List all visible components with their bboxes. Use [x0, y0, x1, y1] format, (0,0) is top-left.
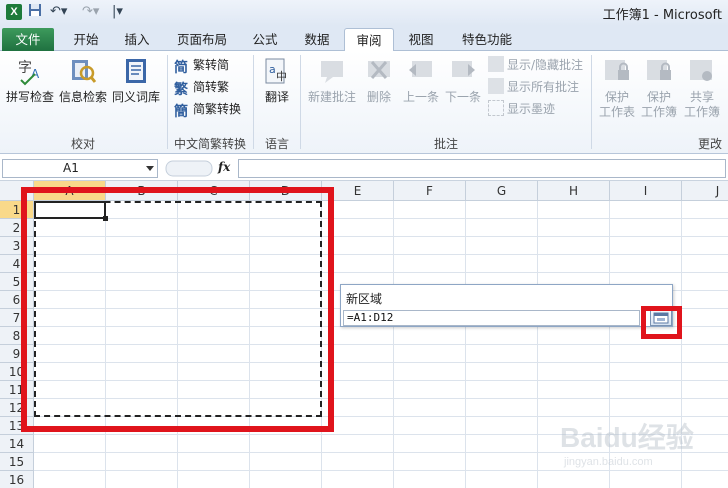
range-reference-input[interactable]: =A1:D12	[343, 310, 640, 326]
share-workbook-button[interactable]: 共享 工作簿	[681, 56, 723, 120]
ribbon-tabs: 文件 开始 插入 页面布局 公式 数据 审阅 视图 特色功能	[0, 26, 728, 52]
svg-text:中: 中	[276, 70, 287, 83]
save-icon[interactable]	[28, 3, 42, 21]
tab-page-layout[interactable]: 页面布局	[168, 28, 236, 51]
previous-comment-button[interactable]: 上一条	[400, 56, 442, 105]
thesaurus-icon	[126, 59, 146, 83]
delete-comment-button[interactable]: 删除	[362, 56, 396, 105]
next-comment-button[interactable]: 下一条	[442, 56, 484, 105]
column-header-i[interactable]: I	[610, 181, 682, 201]
customize-qat-icon[interactable]: |▾	[112, 3, 123, 21]
protect-workbook-icon	[647, 60, 671, 80]
new-comment-icon	[321, 61, 343, 83]
undo-icon[interactable]: ↶▾	[50, 3, 67, 21]
group-label-changes: 更改	[698, 137, 723, 151]
chevron-down-icon[interactable]	[146, 166, 154, 171]
group-label-chinese-conversion: 中文简繁转换	[173, 137, 246, 151]
show-hide-comment-icon	[488, 56, 504, 72]
delete-comment-icon	[368, 61, 390, 79]
chinese-conversion-icon: 簡	[174, 104, 188, 120]
ribbon-review: 字A 拼写检查 信息检索 同义词库 校对 简繁转简 繁简转繁 簡简繁转换 中文简…	[0, 51, 728, 154]
column-header-f[interactable]: F	[394, 181, 466, 201]
chinese-conversion-button[interactable]: 簡简繁转换	[174, 99, 241, 120]
svg-text:A: A	[31, 67, 40, 81]
show-hide-comment-button[interactable]: 显示/隐藏批注	[488, 55, 583, 75]
spell-check-button[interactable]: 字A 拼写检查	[4, 56, 56, 105]
protect-sheet-icon	[605, 60, 629, 80]
share-workbook-icon	[690, 60, 712, 81]
column-header-g[interactable]: G	[466, 181, 538, 201]
formula-input[interactable]	[238, 159, 726, 178]
row-header-14[interactable]: 14	[0, 435, 34, 453]
show-all-comments-button[interactable]: 显示所有批注	[488, 77, 579, 97]
tab-insert[interactable]: 插入	[114, 28, 160, 51]
protect-sheet-button[interactable]: 保护 工作表	[596, 56, 638, 120]
tab-formulas[interactable]: 公式	[244, 28, 286, 51]
show-all-comments-icon	[488, 78, 504, 94]
watermark-brand: Baidu经验	[560, 422, 694, 453]
simplified-to-traditional-icon: 繁	[174, 82, 188, 98]
new-range-dialog: 新区域 =A1:D12	[340, 284, 673, 327]
tab-home[interactable]: 开始	[62, 28, 110, 51]
tab-special-features[interactable]: 特色功能	[452, 28, 522, 51]
annotation-highlight-button	[641, 306, 682, 339]
translate-icon: a中	[265, 58, 287, 84]
svg-text:字: 字	[18, 60, 32, 76]
group-label-comments: 批注	[433, 137, 458, 151]
window-title: 工作簿1 - Microsoft	[602, 8, 722, 23]
svg-text:a: a	[269, 63, 276, 76]
title-bar: X ↶▾ ↷▾ |▾ 工作簿1 - Microsoft	[0, 0, 728, 26]
redo-icon[interactable]: ↷▾	[82, 3, 99, 21]
group-label-language: 语言	[264, 137, 289, 151]
tab-data[interactable]: 数据	[296, 28, 338, 51]
formula-bar: A1 fx	[0, 157, 728, 181]
baidu-watermark: Baidu经验 jingyan.baidu.com	[560, 416, 720, 476]
research-button[interactable]: 信息检索	[58, 56, 108, 105]
excel-logo-icon: X	[6, 4, 22, 20]
thesaurus-button[interactable]: 同义词库	[110, 56, 162, 105]
insert-function-icon[interactable]: fx	[218, 160, 230, 174]
spell-check-icon: 字A	[18, 60, 40, 86]
row-header-16[interactable]: 16	[0, 471, 34, 488]
group-separator	[591, 55, 592, 149]
research-icon	[72, 60, 97, 83]
next-comment-icon	[452, 61, 475, 77]
column-header-h[interactable]: H	[538, 181, 610, 201]
tab-review[interactable]: 审阅	[344, 28, 394, 52]
row-header-15[interactable]: 15	[0, 453, 34, 471]
show-ink-icon	[488, 100, 504, 116]
annotation-highlight-range	[21, 187, 334, 432]
tab-view[interactable]: 视图	[400, 28, 442, 51]
traditional-to-simplified-icon: 简	[174, 60, 188, 76]
dialog-title: 新区域	[346, 292, 383, 306]
translate-button[interactable]: a中 翻译	[257, 56, 297, 105]
protect-workbook-button[interactable]: 保护 工作簿	[638, 56, 680, 120]
column-header-j[interactable]: J	[682, 181, 728, 201]
new-comment-button[interactable]: 新建批注	[304, 56, 360, 105]
simplified-to-traditional-button[interactable]: 繁简转繁	[174, 77, 229, 98]
show-ink-button[interactable]: 显示墨迹	[488, 99, 555, 119]
watermark-url: jingyan.baidu.com	[564, 456, 653, 468]
traditional-to-simplified-button[interactable]: 简繁转简	[174, 55, 229, 76]
tab-file[interactable]: 文件	[2, 28, 54, 51]
group-label-proofing: 校对	[70, 137, 95, 151]
previous-comment-icon	[409, 61, 432, 77]
name-box[interactable]: A1	[2, 159, 158, 178]
